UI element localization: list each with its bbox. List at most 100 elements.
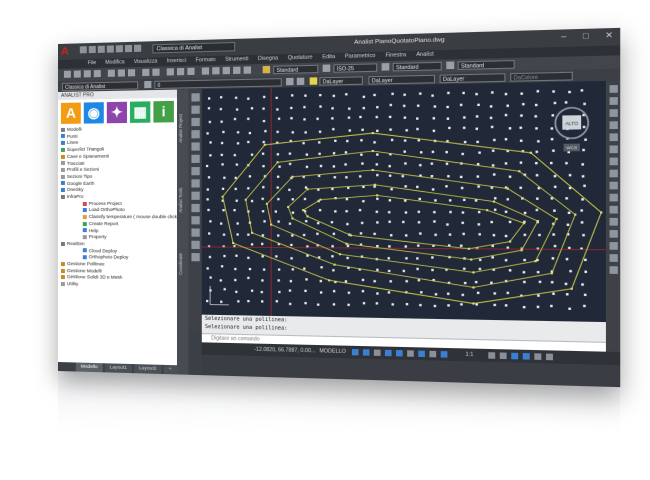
linetype-combo[interactable]: DaLayer [368,74,435,84]
copy-object-icon[interactable] [609,97,617,105]
explode-icon[interactable] [609,266,617,274]
undo-icon[interactable] [142,69,149,76]
lineweight-combo[interactable]: DaLayer [440,73,506,83]
clean-screen-icon[interactable] [534,353,541,360]
extend-icon[interactable] [609,206,617,214]
add-layout-button[interactable]: + [164,365,177,375]
undo-icon[interactable] [125,45,132,52]
tab-coordinate[interactable]: Coordinate [178,253,187,275]
tree-item[interactable]: Process Project [61,201,177,208]
saveas-icon[interactable] [107,45,114,52]
print-icon[interactable] [116,45,123,52]
add-icon[interactable] [500,352,507,359]
tab-layout2[interactable]: Layout2 [134,364,162,374]
mtext-icon[interactable] [191,253,199,261]
ortho-icon[interactable] [374,349,381,355]
open-icon[interactable] [74,70,81,77]
polyline-icon[interactable] [191,106,199,114]
break-icon[interactable] [609,218,617,226]
erase-icon[interactable] [609,85,617,93]
trim-icon[interactable] [609,194,617,202]
new-icon[interactable] [64,71,71,78]
rotate-icon[interactable] [609,158,617,166]
isolate-icon[interactable] [511,353,518,360]
new-icon[interactable] [80,46,87,53]
tab-analist-tools[interactable]: Analist Tools [178,188,187,213]
paste-icon[interactable] [128,69,135,76]
zoom-window-icon[interactable] [187,68,194,75]
offset-icon[interactable] [609,121,617,129]
scale-icon[interactable] [609,170,617,178]
mirror-icon[interactable] [609,109,617,117]
insert-block-icon[interactable] [191,192,199,200]
make-current-icon[interactable] [286,78,293,85]
workspace-gear-icon[interactable] [488,352,495,359]
layer-properties-icon[interactable] [144,81,151,88]
copy-icon[interactable] [118,69,125,76]
tab-layout1[interactable]: Layout1 [105,363,132,373]
info-icon[interactable]: i [153,101,173,123]
arc-icon[interactable] [191,142,199,150]
help-icon[interactable] [244,66,251,73]
tree-item[interactable]: Utility [61,281,177,289]
workspace-switcher[interactable]: Classica di Analist [152,42,235,53]
mleader-style-combo[interactable]: Standard [458,60,515,70]
line-icon[interactable] [191,93,199,101]
table-style-combo[interactable]: Standard [393,62,442,72]
zoom-icon[interactable] [177,68,184,75]
save-icon[interactable] [98,46,105,53]
pan-icon[interactable] [167,68,174,75]
hardware-accel-icon[interactable] [523,353,530,360]
globe-icon[interactable]: ◉ [84,102,104,123]
design-center-icon[interactable] [212,67,219,74]
save-icon[interactable] [84,70,91,77]
annotation-icon[interactable] [441,351,448,358]
ellipse-icon[interactable] [191,179,199,187]
maximize-button[interactable]: □ [583,31,589,41]
menu-finestra[interactable]: Finestra [385,51,406,61]
satellite-icon[interactable]: ✦ [107,102,127,124]
otrack-icon[interactable] [407,350,414,357]
menu-file[interactable]: File [88,59,96,68]
menu-modifica[interactable]: Modifica [105,58,124,68]
hatch-icon[interactable] [191,216,199,224]
text-style-combo[interactable]: Standard [273,65,318,74]
analist-icon[interactable]: A [61,103,81,124]
menu-edita[interactable]: Edita [322,53,335,63]
calculator-icon[interactable] [233,67,240,74]
spline-icon[interactable] [191,167,199,175]
polygon-icon[interactable] [191,118,199,126]
plot-style-combo[interactable]: DaColore [510,71,573,81]
menu-analist[interactable]: Analist [416,50,433,60]
menu-formato[interactable]: Formato [196,56,216,66]
join-icon[interactable] [609,230,617,238]
print-icon[interactable] [94,70,101,77]
circle-icon[interactable] [191,155,199,163]
customize-menu-icon[interactable] [546,354,553,361]
fillet-icon[interactable] [609,254,617,262]
color-combo[interactable]: DaLayer [319,76,363,85]
table-icon[interactable] [191,241,199,249]
lineweight-icon[interactable] [429,351,436,358]
tab-modello[interactable]: Modello [76,362,103,372]
osnap-icon[interactable] [396,350,403,357]
polar-icon[interactable] [385,350,392,357]
scale-readout[interactable]: 1:1 [466,348,474,361]
grid-icon[interactable] [352,349,359,355]
point-icon[interactable] [191,204,199,212]
snap-icon[interactable] [363,349,370,355]
map-icon[interactable]: ▦ [130,101,150,123]
tool-palette-icon[interactable] [223,67,230,74]
dynamic-ucs-icon[interactable] [418,351,425,358]
workspace-combo[interactable]: Classica di Analist [62,81,138,91]
array-icon[interactable] [609,133,617,141]
dim-style-combo[interactable]: ISO-25 [333,63,377,72]
layer-previous-icon[interactable] [297,78,305,85]
menu-disegna[interactable]: Disegna [258,54,278,64]
close-button[interactable]: ✕ [605,30,613,40]
minimize-button[interactable]: – [561,32,566,42]
redo-icon[interactable] [152,69,159,76]
stretch-icon[interactable] [609,182,617,190]
cut-icon[interactable] [108,70,115,77]
menu-inserisci[interactable]: Inserisci [167,57,187,67]
